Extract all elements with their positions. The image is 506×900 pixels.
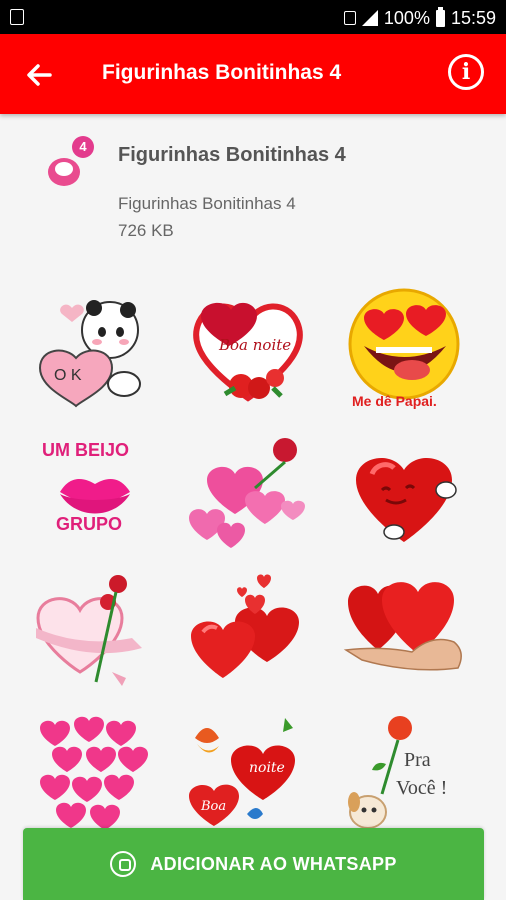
sticker-text: O K	[54, 367, 82, 384]
sticker-hand-holding-hearts[interactable]	[342, 572, 468, 698]
sticker-pink-hearts-cluster[interactable]	[32, 714, 158, 840]
sticker-pink-hearts-rose[interactable]	[185, 430, 311, 556]
sticker-text-b: Você !	[396, 777, 447, 799]
back-button[interactable]	[22, 58, 56, 92]
app-bar: Figurinhas Bonitinhas 4 i	[0, 34, 506, 114]
pack-header: 4 Figurinhas Bonitinhas 4 Figurinhas Bon…	[0, 114, 506, 264]
pack-size: 726 KB	[118, 221, 174, 240]
pack-publisher: Figurinhas Bonitinhas 4	[118, 194, 296, 213]
sticker-text: Me dê Papai.	[352, 393, 437, 409]
info-icon: i	[461, 59, 471, 85]
battery-level: 100%	[383, 7, 430, 28]
sticker-text-b: Boa	[200, 799, 226, 814]
pack-badge: 4	[72, 136, 94, 158]
lock-icon	[343, 11, 356, 25]
sticker-um-beijo-grupo[interactable]: UM BEIJO GRUPO	[32, 430, 158, 556]
add-to-whatsapp-button[interactable]: ADICIONAR AO WHATSAPP	[23, 828, 484, 900]
sticker-panda-ok-heart[interactable]: O K	[32, 288, 158, 414]
sticker-boa-noite-hearts-butterfly[interactable]: noite Boa	[185, 714, 311, 840]
add-button-label: ADICIONAR AO WHATSAPP	[150, 853, 397, 874]
notification-icon	[10, 9, 24, 25]
pack-title: Figurinhas Bonitinhas 4	[118, 144, 346, 166]
sticker-text-bottom: GRUPO	[56, 514, 122, 534]
sticker-heart-with-rose-ribbon[interactable]	[32, 572, 158, 698]
clock: 15:59	[450, 7, 496, 28]
battery-icon	[435, 6, 445, 27]
sticker-heart-eyes-emoji[interactable]: Me dê Papai.	[342, 288, 468, 414]
page-title: Figurinhas Bonitinhas 4	[102, 61, 342, 84]
status-bar: 100% 15:59	[0, 0, 506, 34]
info-button[interactable]: i	[448, 54, 484, 90]
sticker-red-heart-character[interactable]	[342, 430, 468, 556]
sticker-text-a: noite	[249, 760, 285, 776]
arrow-left-icon	[27, 64, 52, 86]
sticker-text-a: Pra	[404, 749, 431, 771]
sticker-text: Boa noite	[218, 336, 291, 354]
signal-icon	[361, 10, 378, 26]
sticker-boa-noite-heart-frame[interactable]: Boa noite	[185, 288, 311, 414]
sticker-pra-voce-rose-dog[interactable]: Pra Você !	[342, 714, 468, 840]
whatsapp-icon	[110, 851, 137, 877]
sticker-text-top: UM BEIJO	[42, 440, 129, 460]
sticker-two-red-hearts[interactable]	[185, 572, 311, 698]
